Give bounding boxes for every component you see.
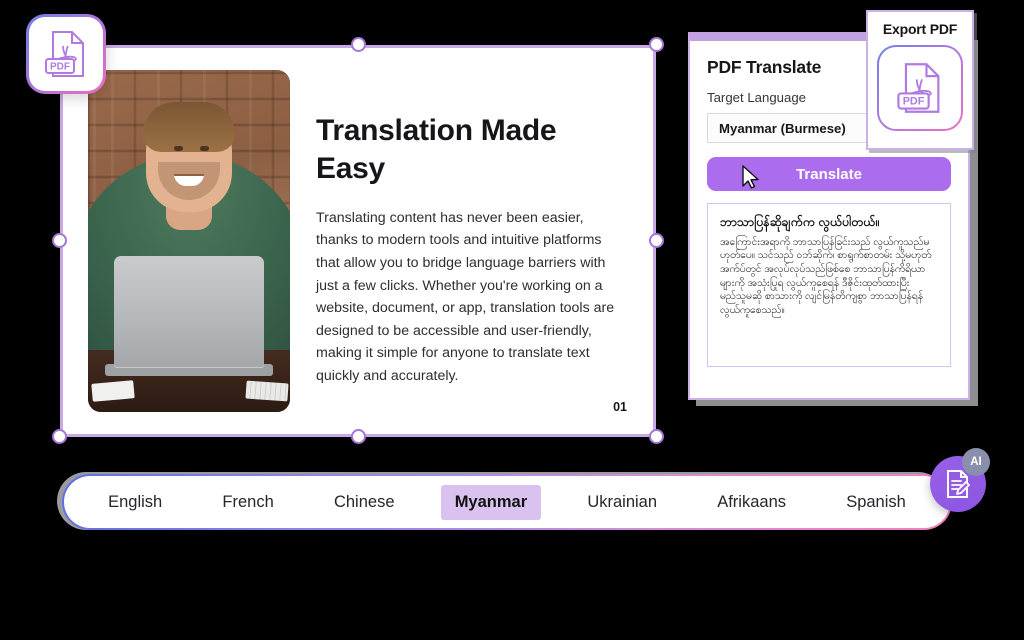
photo-notebook-right: [245, 380, 289, 402]
export-pdf-title: Export PDF: [882, 21, 958, 37]
translate-button-label: Translate: [796, 165, 862, 183]
export-pdf-card[interactable]: Export PDF PDF: [866, 10, 974, 150]
photo-person-eye-left: [174, 146, 183, 151]
photo-person-eye-right: [200, 146, 209, 151]
language-tab-myanmar[interactable]: Myanmar: [440, 484, 542, 520]
slide-card[interactable]: Translation Made Easy Translating conten…: [60, 45, 656, 437]
language-tab-english[interactable]: English: [94, 485, 176, 520]
mouse-cursor-icon: [742, 165, 759, 189]
translation-output-body: အကြောင်းအရာကို ဘာသာပြန်ခြင်းသည် လွယ်ကူသည…: [720, 236, 932, 316]
resize-handle-middle-right[interactable]: [649, 233, 664, 248]
pdf-file-icon-glyph: PDF: [45, 31, 84, 77]
resize-handle-bottom-center[interactable]: [351, 429, 366, 444]
translation-output-title: ဘာသာပြန်ဆိုချက်က လွယ်ပါတယ်။: [720, 215, 879, 229]
export-pdf-icon-chip[interactable]: PDF: [877, 45, 963, 131]
slide-text-column: Translation Made Easy Translating conten…: [290, 70, 629, 416]
resize-handle-middle-left[interactable]: [52, 233, 67, 248]
slide-selection-frame[interactable]: Translation Made Easy Translating conten…: [52, 37, 664, 444]
slide-page-number: 01: [613, 400, 627, 414]
photo-person-hair: [143, 102, 235, 152]
language-tab-afrikaans[interactable]: Afrikaans: [703, 485, 800, 520]
slide-photo: [88, 70, 290, 412]
language-tab-ukrainian[interactable]: Ukrainian: [573, 485, 671, 520]
language-tab-chinese[interactable]: Chinese: [320, 485, 409, 520]
screenshot-canvas: Translation Made Easy Translating conten…: [0, 0, 1024, 640]
translation-output-box[interactable]: ဘာသာပြန်ဆိုချက်က လွယ်ပါတယ်။ အကြောင်းအရာက…: [707, 203, 951, 367]
pdf-file-icon: PDF: [879, 47, 961, 129]
language-bar[interactable]: English French Chinese Myanmar Ukrainian Afri…: [62, 474, 952, 530]
photo-paper-left: [91, 380, 135, 402]
svg-text:PDF: PDF: [50, 62, 70, 73]
resize-handle-bottom-right[interactable]: [649, 429, 664, 444]
language-tab-french[interactable]: French: [208, 485, 287, 520]
pdf-file-icon: PDF: [29, 17, 103, 91]
page-title: Translation Made Easy: [316, 114, 557, 186]
slide-content: Translation Made Easy Translating conten…: [63, 48, 653, 434]
pdf-file-icon-chip[interactable]: PDF: [26, 14, 106, 94]
ai-badge: AI: [962, 448, 990, 476]
pdf-file-icon-glyph: PDF: [897, 63, 940, 113]
translate-button[interactable]: Translate: [707, 157, 951, 191]
slide-body-text: Translating content has never been easie…: [316, 209, 615, 384]
resize-handle-top-right[interactable]: [649, 37, 664, 52]
resize-handle-top-center[interactable]: [351, 37, 366, 52]
resize-handle-bottom-left[interactable]: [52, 429, 67, 444]
target-language-select[interactable]: Myanmar (Burmese): [707, 113, 883, 143]
svg-text:PDF: PDF: [903, 96, 925, 108]
language-tab-spanish[interactable]: Spanish: [832, 485, 920, 520]
language-bar-items: English French Chinese Myanmar Ukrainian Afri…: [64, 476, 950, 528]
photo-laptop: [114, 256, 264, 368]
